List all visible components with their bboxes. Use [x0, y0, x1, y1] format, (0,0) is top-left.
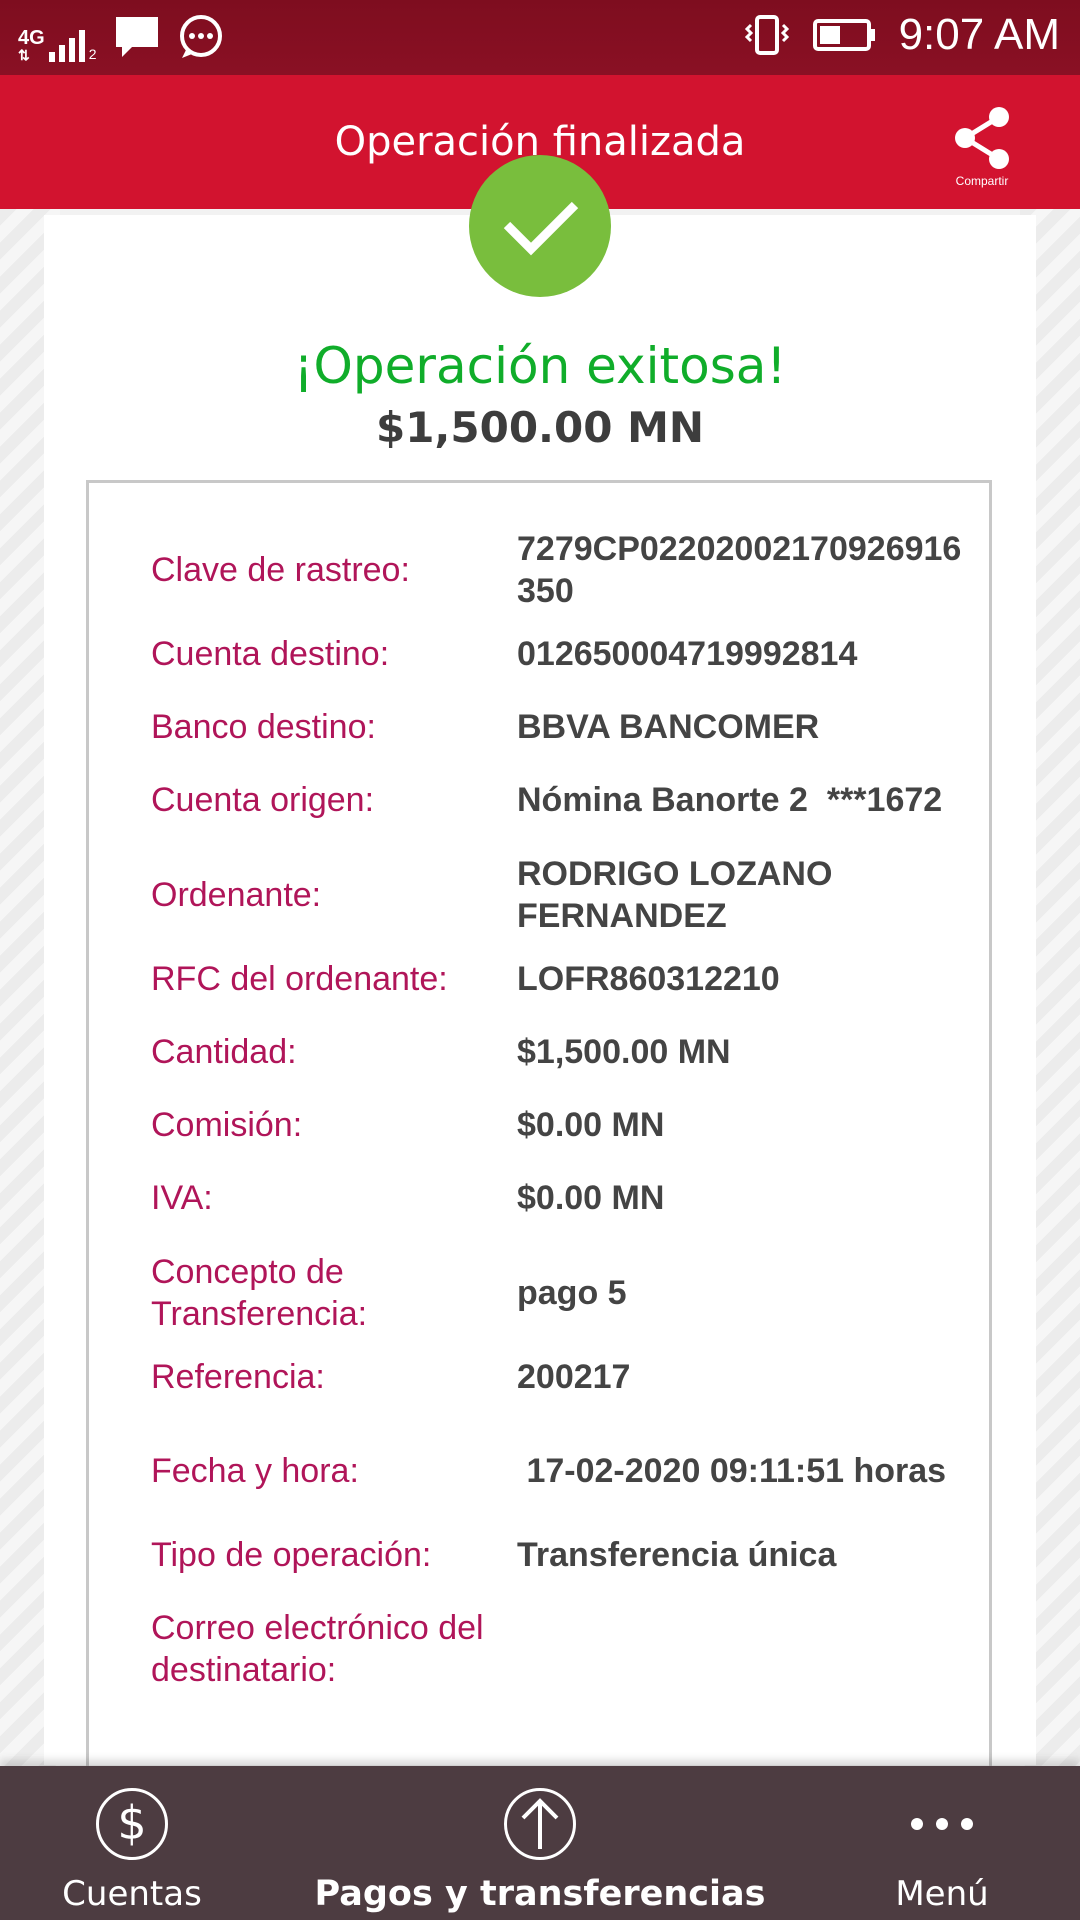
- detail-label: Cantidad:: [151, 1033, 297, 1071]
- nav-item-menu[interactable]: Menú: [880, 1766, 1004, 1920]
- detail-value: 200217: [517, 1358, 631, 1396]
- nav-label: Pagos y transferencias: [314, 1874, 766, 1914]
- detail-label: Fecha y hora:: [151, 1452, 359, 1490]
- status-bar: 4G ⇅ 2 9:07 AM: [0, 0, 1080, 75]
- detail-row: Concepto de Transferencia: pago 5: [89, 1251, 995, 1335]
- nav-label: Cuentas: [62, 1874, 202, 1914]
- message-icon: [116, 17, 159, 57]
- detail-value: $0.00 MN: [517, 1106, 665, 1144]
- detail-value: $1,500.00 MN: [517, 1033, 731, 1071]
- detail-value: pago 5: [517, 1274, 627, 1312]
- detail-label: Banco destino:: [151, 708, 376, 746]
- detail-label: Concepto de Transferencia:: [151, 1253, 368, 1333]
- sim-number: 2: [88, 46, 97, 62]
- detail-row: Clave de rastreo: 7279CP0220200217092691…: [89, 528, 995, 612]
- detail-row: Banco destino: BBVA BANCOMER: [89, 706, 995, 748]
- detail-label: Clave de rastreo:: [151, 551, 410, 589]
- detail-row: Cantidad: $1,500.00 MN: [89, 1031, 995, 1073]
- detail-label: Cuenta origen:: [151, 781, 375, 819]
- vibrate-icon: [744, 15, 789, 55]
- detail-row: Ordenante: RODRIGO LOZANO FERNANDEZ: [89, 853, 995, 937]
- detail-row: Cuenta origen: Nómina Banorte 2 ***1672: [89, 779, 995, 821]
- transfer-amount: $1,500.00 MN: [375, 403, 705, 452]
- detail-row: RFC del ordenante: LOFR860312210: [89, 958, 995, 1000]
- success-check-icon: [469, 155, 611, 297]
- details-table: Clave de rastreo: 7279CP0220200217092691…: [86, 480, 992, 1780]
- detail-value: Transferencia única: [517, 1536, 837, 1574]
- detail-row: Cuenta destino: 012650004719992814: [89, 633, 995, 675]
- detail-value: 012650004719992814: [517, 635, 858, 673]
- detail-label: Cuenta destino:: [151, 635, 390, 673]
- nav-item-pagos[interactable]: Pagos y transferencias: [300, 1766, 780, 1920]
- nav-item-cuentas[interactable]: $ Cuentas: [40, 1766, 224, 1920]
- detail-label: IVA:: [151, 1179, 213, 1217]
- detail-row: Tipo de operación: Transferencia única: [89, 1534, 995, 1576]
- detail-label: Referencia:: [151, 1358, 325, 1396]
- network-type: 4G: [18, 27, 45, 49]
- detail-value: LOFR860312210: [517, 960, 780, 998]
- svg-text:$: $: [117, 1796, 146, 1850]
- nav-label: Menú: [895, 1874, 989, 1914]
- cellular-signal-icon: 4G ⇅ 2: [18, 27, 97, 63]
- share-button[interactable]: Compartir: [942, 105, 1022, 188]
- receipt-card: ¡Operación exitosa! $1,500.00 MN Clave d…: [44, 155, 1036, 1780]
- dollar-circle-icon: $: [96, 1788, 168, 1860]
- detail-label: Correo electrónico del destinatario:: [151, 1609, 484, 1689]
- detail-value: Nómina Banorte 2 ***1672: [517, 781, 943, 819]
- detail-label: Ordenante:: [151, 876, 322, 914]
- detail-value: BBVA BANCOMER: [517, 708, 820, 746]
- more-dots-icon: [911, 1818, 973, 1830]
- detail-row: Correo electrónico del destinatario:: [89, 1607, 995, 1691]
- clock: 9:07 AM: [898, 10, 1060, 59]
- detail-value: $0.00 MN: [517, 1179, 665, 1217]
- detail-row: Comisión: $0.00 MN: [89, 1104, 995, 1146]
- bottom-nav: $ Cuentas Pagos y transferencias Menú: [0, 1766, 1080, 1920]
- chat-bubble-icon: [180, 15, 223, 58]
- detail-value: RODRIGO LOZANO FERNANDEZ: [517, 855, 833, 935]
- detail-row: Referencia: 200217: [89, 1356, 995, 1398]
- detail-value: 7279CP02202002170926916350: [517, 530, 962, 610]
- detail-row: IVA: $0.00 MN: [89, 1177, 995, 1219]
- share-label: Compartir: [955, 174, 1009, 188]
- arrow-up-circle-icon: [504, 1788, 576, 1860]
- detail-label: Tipo de operación:: [151, 1536, 432, 1574]
- success-message: ¡Operación exitosa!: [293, 337, 787, 395]
- battery-icon: [812, 19, 875, 51]
- detail-label: RFC del ordenante:: [151, 960, 448, 998]
- detail-label: Comisión:: [151, 1106, 303, 1144]
- share-icon: [955, 107, 1009, 169]
- detail-row: Fecha y hora: 17-02-2020 09:11:51 horas: [89, 1429, 995, 1513]
- detail-value: 17-02-2020 09:11:51 horas: [517, 1452, 947, 1490]
